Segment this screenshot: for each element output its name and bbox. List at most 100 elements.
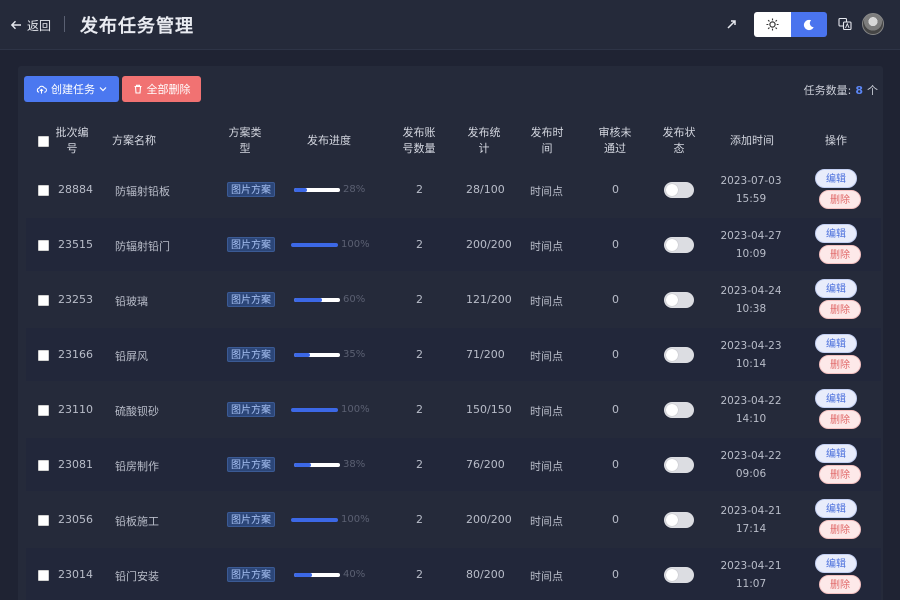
theme-toggle[interactable] [754,12,827,37]
delete-all-button[interactable]: 全部删除 [122,76,201,102]
row-checkbox[interactable] [38,185,49,196]
rejected-count: 0 [612,293,619,306]
rejected-count: 0 [612,238,619,251]
cloud-upload-icon [36,85,47,94]
publish-status-toggle[interactable] [664,402,694,418]
publish-status-toggle[interactable] [664,347,694,363]
delete-button[interactable]: 删除 [819,575,861,594]
account-count: 2 [416,348,423,361]
added-date: 2023-04-21 [720,560,782,572]
select-all-checkbox[interactable] [38,136,49,147]
edit-button[interactable]: 编辑 [815,499,857,518]
publish-stats: 28/100 [466,183,505,196]
progress-label: 100% [341,239,370,250]
added-time: 09:06 [735,468,767,480]
row-checkbox[interactable] [38,295,49,306]
translate-icon[interactable] [838,17,852,31]
progress-label: 100% [341,514,370,525]
batch-id: 23253 [58,293,93,306]
back-button[interactable]: 返回 [10,15,51,35]
publish-status-toggle[interactable] [664,292,694,308]
publish-status-toggle[interactable] [664,567,694,583]
publish-stats: 71/200 [466,348,505,361]
plan-type-tag: 图片方案 [227,567,275,582]
trash-icon [134,84,141,94]
plan-type-tag: 图片方案 [227,182,275,197]
progress-label: 40% [343,569,366,580]
edit-button[interactable]: 编辑 [815,554,857,573]
publish-status-toggle[interactable] [664,182,694,198]
publish-status-toggle[interactable] [664,237,694,253]
edit-button[interactable]: 编辑 [815,334,857,353]
batch-id: 23014 [58,568,93,581]
col-plan-type: 方案类型 [228,126,262,155]
header-divider [64,16,65,32]
create-task-button[interactable]: 创建任务 [24,76,119,102]
progress-bar [291,408,338,412]
delete-button[interactable]: 删除 [819,300,861,319]
col-accounts: 发布账 号数量 [402,126,436,155]
publish-time: 时间点 [530,295,563,308]
edit-button[interactable]: 编辑 [815,279,857,298]
delete-button[interactable]: 删除 [819,410,861,429]
account-count: 2 [416,568,423,581]
publish-time: 时间点 [530,350,563,363]
col-stats: 发布统计 [467,126,501,155]
page-title: 发布任务管理 [80,16,194,37]
added-time: 14:10 [735,413,767,425]
row-checkbox[interactable] [38,515,49,526]
delete-button[interactable]: 删除 [819,245,861,264]
plan-type-tag: 图片方案 [227,512,275,527]
edit-button[interactable]: 编辑 [815,224,857,243]
pointer-icon[interactable] [725,17,739,31]
light-theme-button[interactable] [754,12,791,37]
sun-icon [766,18,779,31]
progress-fill [294,298,322,302]
publish-status-toggle[interactable] [664,512,694,528]
delete-button[interactable]: 删除 [819,355,861,374]
progress-fill [294,188,307,192]
publish-time: 时间点 [530,570,563,583]
row-checkbox[interactable] [38,350,49,361]
publish-status-toggle[interactable] [664,457,694,473]
row-checkbox[interactable] [38,405,49,416]
rejected-count: 0 [612,183,619,196]
edit-button[interactable]: 编辑 [815,444,857,463]
row-checkbox[interactable] [38,460,49,471]
publish-time: 时间点 [530,405,563,418]
task-count-unit: 个 [867,84,878,97]
rejected-count: 0 [612,348,619,361]
batch-id: 23110 [58,403,93,416]
plan-name: 铅玻璃 [115,295,148,308]
publish-time: 时间点 [530,240,563,253]
added-date: 2023-04-23 [720,340,782,352]
delete-button[interactable]: 删除 [819,520,861,539]
progress-label: 100% [341,404,370,415]
progress-bar [294,298,340,302]
row-checkbox[interactable] [38,240,49,251]
plan-type-tag: 图片方案 [227,457,275,472]
progress-bar [294,188,340,192]
dark-theme-button[interactable] [790,12,827,37]
edit-button[interactable]: 编辑 [815,389,857,408]
row-checkbox[interactable] [38,570,49,581]
progress-fill [294,463,312,467]
avatar[interactable] [862,13,884,35]
plan-name: 铅房制作 [115,460,159,473]
added-date: 2023-04-22 [720,450,782,462]
col-publish-time: 发布时间 [530,126,564,155]
rejected-count: 0 [612,403,619,416]
progress-bar [294,463,340,467]
edit-button[interactable]: 编辑 [815,169,857,188]
plan-type-tag: 图片方案 [227,402,275,417]
progress-bar [294,353,340,357]
progress-fill [294,353,311,357]
task-count-label: 任务数量: [803,84,852,97]
delete-button[interactable]: 删除 [819,465,861,484]
added-date: 2023-07-03 [720,175,782,187]
publish-time: 时间点 [530,460,563,473]
back-label: 返回 [27,18,52,33]
plan-name: 防辐射铅板 [115,185,170,198]
delete-button[interactable]: 删除 [819,190,861,209]
added-date: 2023-04-22 [720,395,782,407]
